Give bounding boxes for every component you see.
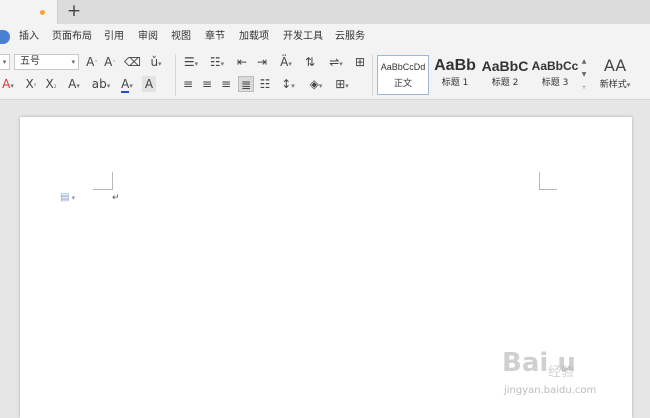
highlight-color-icon[interactable]: ab▾ <box>90 76 112 92</box>
sort-icon[interactable]: ⇅ <box>302 54 318 70</box>
align-right-icon[interactable]: ≡ <box>219 76 233 92</box>
line-spacing-icon[interactable]: ↕▾ <box>278 76 298 92</box>
menu-review[interactable]: 审阅 <box>138 30 158 44</box>
grow-font-icon[interactable]: Aˆ <box>84 54 100 70</box>
style-sample: AaBbCcDd <box>380 62 426 72</box>
increase-indent-icon[interactable]: ⇥ <box>254 54 270 70</box>
phonetic-guide-icon[interactable]: ǔ▾ <box>145 54 167 70</box>
align-left-icon[interactable]: ≡ <box>181 76 195 92</box>
font-outline-icon[interactable]: A▾ <box>64 76 84 92</box>
tab-strip: + <box>0 0 650 24</box>
chevron-down-icon: ▾ <box>626 81 631 89</box>
ribbon-toolbar: ▾ 五号 ▾ Aˆ Aˇ ⌫ ǔ▾ A▾ X² X₂ A▾ ab▾ A▾ A ☰… <box>0 50 650 100</box>
ribbon-divider <box>175 54 176 96</box>
shrink-font-icon[interactable]: Aˇ <box>102 54 118 70</box>
new-tab-button[interactable]: + <box>66 2 82 20</box>
watermark-jingyan: 经验 <box>548 365 575 380</box>
chevron-down-icon: ▾ <box>71 58 75 66</box>
start-menu-button[interactable] <box>0 30 10 44</box>
style-gallery-scroll[interactable]: ▲ ▼ ▿ <box>579 55 589 95</box>
style-heading-3[interactable]: AaBbCc 标题 3 <box>531 55 579 95</box>
margin-corner-top-left <box>93 172 113 190</box>
scroll-down-icon[interactable]: ▼ <box>579 68 589 81</box>
watermark-url: jingyan.baidu.com <box>504 385 597 396</box>
clear-format-icon[interactable]: ⌫ <box>124 54 141 70</box>
style-heading-2[interactable]: AaBbC 标题 2 <box>480 55 530 95</box>
justify-icon[interactable]: ≣ <box>238 76 254 92</box>
menu-page-layout[interactable]: 页面布局 <box>52 30 92 44</box>
menu-addins[interactable]: 加载项 <box>239 30 269 44</box>
new-style-button[interactable]: AA 新样式▾ <box>595 55 635 95</box>
menu-view[interactable]: 视图 <box>171 30 191 44</box>
style-gallery: AaBbCcDd 正文 AaBb 标题 1 AaBbC 标题 2 AaBbCc … <box>377 55 589 95</box>
style-normal[interactable]: AaBbCcDd 正文 <box>377 55 429 95</box>
text-direction-icon[interactable]: Ä▾ <box>276 54 296 70</box>
document-tab[interactable] <box>0 0 58 24</box>
style-sample: AaBbC <box>481 58 529 74</box>
show-hide-marks-icon[interactable]: ⇌▾ <box>326 54 346 70</box>
decrease-indent-icon[interactable]: ⇤ <box>234 54 250 70</box>
font-size-value: 五号 <box>20 56 40 67</box>
menu-insert[interactable]: 插入 <box>19 30 39 44</box>
distributed-align-icon[interactable]: ☷ <box>258 76 272 92</box>
unsaved-dot-icon <box>40 10 45 15</box>
style-heading-1[interactable]: AaBb 标题 1 <box>431 55 479 95</box>
text-effect-icon[interactable]: A▾ <box>0 76 16 92</box>
character-shading-icon[interactable]: A <box>142 76 156 92</box>
margin-corner-top-right <box>539 172 557 190</box>
expand-gallery-icon[interactable]: ▿ <box>579 81 589 94</box>
menu-bar: 插入 页面布局 引用 审阅 视图 章节 加载项 开发工具 云服务 <box>0 24 650 50</box>
superscript-icon[interactable]: X² <box>22 76 40 92</box>
align-center-icon[interactable]: ≡ <box>200 76 214 92</box>
bullet-list-icon[interactable]: ☰▾ <box>181 54 201 70</box>
subscript-icon[interactable]: X₂ <box>42 76 60 92</box>
paragraph-layout-icon[interactable]: ▤ ▾ <box>60 192 82 204</box>
borders-icon[interactable]: ⊞▾ <box>332 76 352 92</box>
menu-cloud-service[interactable]: 云服务 <box>335 30 365 44</box>
font-name-dropdown[interactable]: ▾ <box>0 54 10 70</box>
font-color-icon[interactable]: A▾ <box>117 76 137 93</box>
font-size-select[interactable]: 五号 ▾ <box>14 54 79 70</box>
numbered-list-icon[interactable]: ☷▾ <box>207 54 227 70</box>
scroll-up-icon[interactable]: ▲ <box>579 55 589 68</box>
shading-fill-icon[interactable]: ◈▾ <box>306 76 326 92</box>
menu-developer-tools[interactable]: 开发工具 <box>283 30 323 44</box>
baidu-watermark: Bai u 经验 jingyan.baidu.com <box>500 348 650 418</box>
style-sample: AaBb <box>434 57 476 74</box>
ribbon-divider <box>372 54 373 96</box>
paragraph-mark: ↵ <box>112 193 120 203</box>
new-style-icon: AA <box>603 56 627 75</box>
style-sample: AaBbCc <box>531 59 579 73</box>
menu-section[interactable]: 章节 <box>205 30 225 44</box>
table-grid-icon[interactable]: ⊞ <box>352 54 368 70</box>
new-style-label: 新样式 <box>599 80 627 90</box>
menu-references[interactable]: 引用 <box>104 30 124 44</box>
